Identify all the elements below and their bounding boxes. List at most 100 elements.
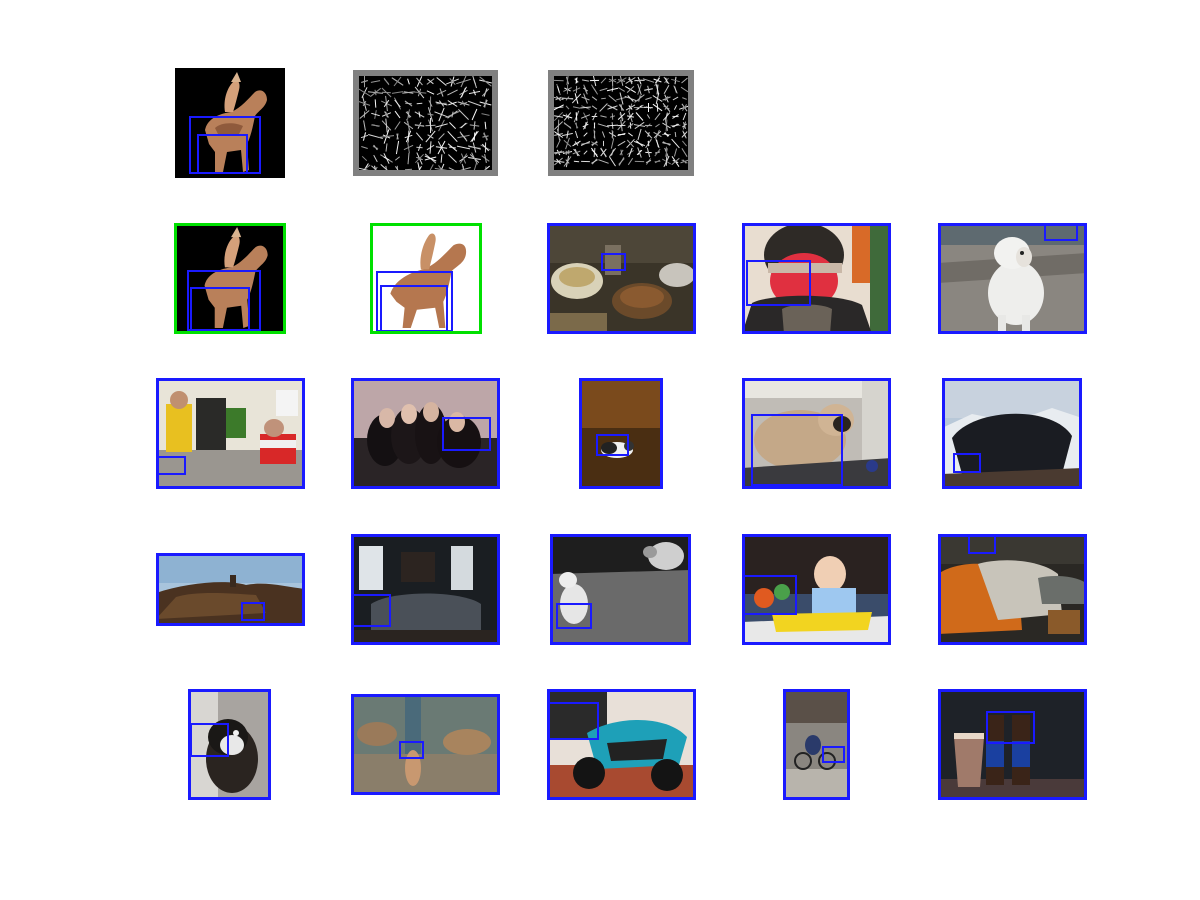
pug-picture (742, 378, 891, 489)
hog-orientation-stroke (436, 89, 447, 96)
detection-pug (742, 378, 891, 489)
hog-orientation-stroke (627, 157, 634, 166)
hog-orientation-stroke (459, 131, 468, 142)
detection-bird-closeup (188, 689, 271, 800)
detection-vintage-car (938, 534, 1087, 645)
hog-orientation-stroke (647, 150, 650, 155)
hog-orientation-stroke (607, 124, 618, 127)
detection-beer-bottles (938, 689, 1087, 800)
hog-orientation-stroke (440, 154, 443, 163)
detection-white-dog (938, 223, 1087, 334)
hog-orientation-stroke (361, 146, 368, 149)
hog-orientation-stroke (394, 121, 401, 130)
detection-cat-on-floor (579, 378, 663, 489)
hog-orientation-stroke (581, 142, 590, 145)
hog-orientation-stroke (556, 139, 561, 148)
hog-orientation-stroke (590, 84, 599, 95)
hog-orientation-stroke (373, 154, 378, 163)
hog-orientation-stroke (682, 140, 687, 147)
birds-feeder-picture (351, 694, 500, 795)
hog-orientation-stroke (429, 164, 434, 170)
hog-orientation-stroke (600, 115, 607, 118)
horse-rider-picture (174, 223, 286, 334)
hog-orientation-stroke (417, 162, 421, 170)
hog-orientation-stroke (460, 86, 467, 99)
hog-orientation-stroke (436, 77, 447, 86)
hog-orientation-stroke (580, 114, 591, 119)
hog-orientation-stroke (645, 97, 652, 100)
hog-orientation-stroke (385, 143, 388, 152)
detection-cyclist-street (783, 689, 850, 800)
hog-orientation-stroke (599, 103, 608, 112)
hog-orientation-stroke (644, 130, 653, 139)
detection-cyclists (156, 378, 305, 489)
hog-orientation-stroke (427, 113, 434, 116)
detection-baby-walker (742, 534, 891, 645)
hog-orientation-stroke (418, 111, 421, 118)
hog-orientation-stroke (407, 78, 410, 85)
hog-orientation-stroke (415, 153, 424, 164)
cyclist-street-picture (783, 689, 850, 800)
hog-orientation-stroke (447, 89, 458, 96)
hog-orientation-stroke (383, 77, 390, 86)
query-horse-rider-image (175, 68, 285, 178)
horse-cutout-picture (370, 223, 482, 334)
hog-orientation-stroke (449, 77, 456, 86)
detection-rocky-landscape (156, 553, 305, 626)
white-dog-picture (938, 223, 1087, 334)
hog-orientation-stroke (591, 96, 598, 101)
hog-orientation-stroke (404, 168, 413, 170)
hog-orientation-stroke (599, 87, 608, 92)
hog-orientation-stroke (572, 106, 581, 109)
hog-orientation-stroke (646, 114, 651, 119)
hog-orientation-stroke (407, 152, 410, 165)
hog-root-filter-glyphs (359, 76, 492, 170)
hog-orientation-stroke (481, 88, 490, 97)
hog-orientation-stroke (435, 123, 448, 128)
hog-orientation-stroke (467, 100, 482, 107)
hog-orientation-stroke (469, 124, 480, 127)
hog-orientation-stroke (681, 77, 688, 84)
hog-orientation-stroke (663, 85, 670, 94)
living-room-picture (351, 534, 500, 645)
hog-orientation-stroke (429, 141, 432, 154)
hog-orientation-stroke (479, 76, 492, 87)
hog-orientation-stroke (583, 150, 588, 155)
hog-orientation-stroke (385, 118, 388, 133)
positive-horse-rider-image (174, 223, 286, 334)
hog-orientation-stroke (609, 115, 616, 118)
hog-orientation-stroke (634, 140, 645, 147)
hog-orientation-stroke (683, 131, 686, 138)
vintage-car-picture (938, 534, 1087, 645)
masked-person-picture (742, 223, 891, 334)
hog-orientation-stroke (449, 122, 456, 129)
hog-orientation-stroke (580, 106, 591, 109)
hog-orientation-stroke (609, 156, 616, 167)
hog-orientation-stroke (563, 122, 572, 129)
hog-orientation-stroke (391, 91, 404, 94)
hog-orientation-stroke (608, 95, 617, 102)
hog-orientation-stroke (628, 132, 633, 137)
hog-orientation-stroke (680, 86, 688, 93)
hog-orientation-stroke (471, 108, 478, 121)
hog-orientation-stroke (565, 105, 570, 110)
kitchen-table-picture (547, 223, 696, 334)
hog-orientation-stroke (370, 80, 381, 83)
hog-orientation-stroke (674, 86, 677, 93)
hog-orientation-stroke (363, 120, 366, 131)
hog-orientation-stroke (447, 130, 458, 143)
hog-orientation-stroke (662, 141, 671, 146)
hog-orientation-stroke (601, 131, 606, 138)
hog-orientation-stroke (458, 109, 469, 120)
hog-orientation-stroke (394, 99, 401, 108)
hog-orientation-stroke (383, 111, 390, 118)
hog-orientation-stroke (456, 78, 471, 85)
beer-bottles-picture (938, 689, 1087, 800)
hog-orientation-stroke (628, 147, 633, 158)
group-mountain-picture (942, 378, 1082, 489)
detection-group-on-couch (351, 378, 500, 489)
hog-orientation-stroke (574, 93, 579, 104)
hog-orientation-stroke (655, 77, 660, 84)
detection-birds-feeder (351, 694, 500, 795)
hog-orientation-stroke (591, 105, 598, 110)
